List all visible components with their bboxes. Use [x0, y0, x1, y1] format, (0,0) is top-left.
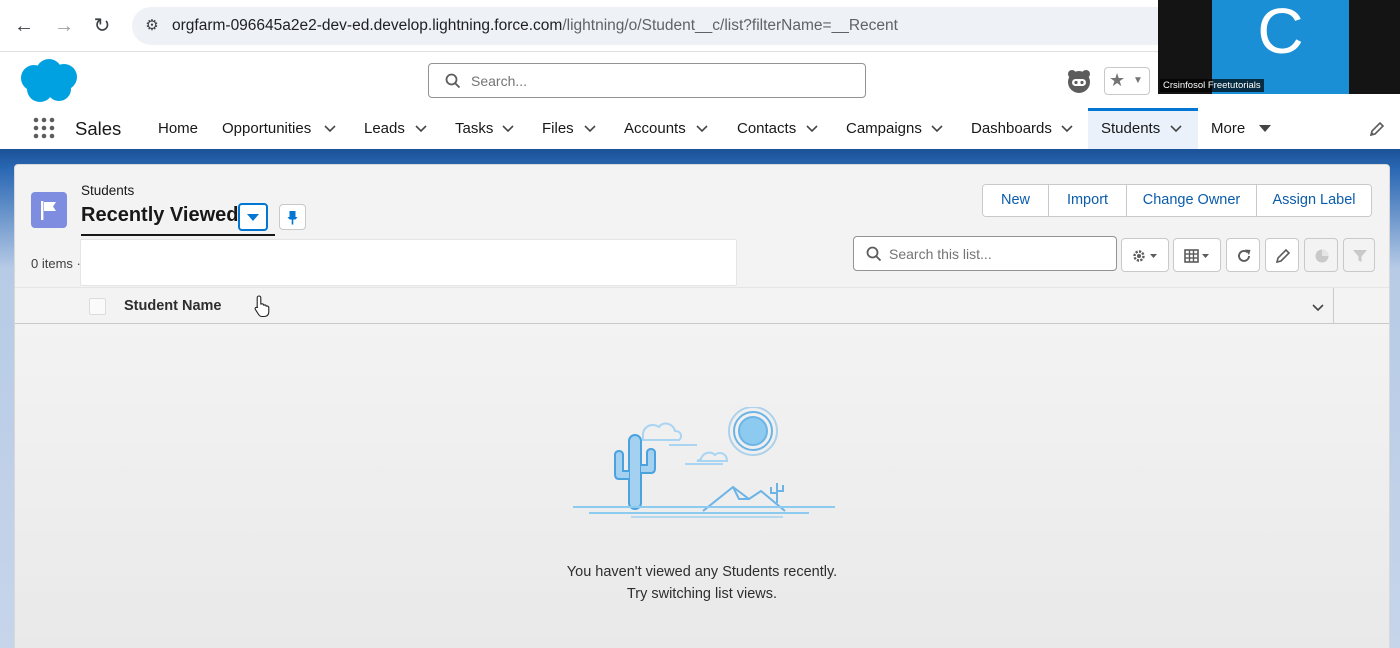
empty-state-message: You haven't viewed any Students recently… — [566, 564, 838, 580]
site-settings-icon[interactable]: ⚙ — [142, 16, 162, 36]
pencil-icon[interactable] — [1368, 120, 1386, 138]
list-view-title[interactable]: Recently Viewed — [81, 204, 238, 227]
address-bar[interactable]: ⚙ orgfarm-096645a2e2-dev-ed.develop.ligh… — [132, 7, 1192, 45]
url-host: orgfarm-096645a2e2-dev-ed.develop.lightn… — [172, 17, 563, 34]
select-all-checkbox[interactable] — [89, 298, 106, 315]
forward-arrow-icon[interactable]: → — [52, 14, 76, 38]
list-view-switcher-button[interactable] — [238, 203, 268, 231]
column-divider — [1333, 288, 1334, 324]
inline-edit-button[interactable] — [1265, 238, 1299, 272]
pin-icon — [287, 211, 298, 225]
nav-item-leads[interactable]: Leads — [364, 108, 405, 149]
flag-icon — [31, 192, 67, 228]
nav-item-home[interactable]: Home — [158, 108, 198, 149]
chevron-down-icon[interactable] — [803, 119, 821, 137]
chevron-down-icon[interactable] — [928, 119, 946, 137]
column-header-student-name[interactable]: Student Name — [124, 298, 222, 314]
nav-item-accounts[interactable]: Accounts — [624, 108, 686, 149]
app-name: Sales — [75, 118, 122, 139]
app-navigation: Sales Home Opportunities Leads Tasks Fil… — [0, 108, 1400, 149]
new-button[interactable]: New — [983, 185, 1048, 216]
favorites-button[interactable]: ★ ▼ — [1104, 67, 1150, 95]
list-view-controls-button[interactable] — [1121, 238, 1169, 272]
nav-item-students[interactable]: Students — [1101, 108, 1160, 149]
chevron-down-icon[interactable] — [499, 119, 517, 137]
assign-label-button[interactable]: Assign Label — [1256, 185, 1371, 216]
nav-item-dashboards[interactable]: Dashboards — [971, 108, 1052, 149]
star-icon: ★ — [1109, 70, 1126, 90]
list-search-placeholder: Search this list... — [889, 246, 992, 262]
url-path: /lightning/o/Student__c/list?filterName=… — [562, 17, 898, 34]
global-search-input[interactable]: Search... — [428, 63, 866, 98]
chevron-down-icon[interactable] — [1309, 298, 1327, 316]
pie-chart-icon — [1315, 249, 1329, 263]
global-search-placeholder: Search... — [471, 73, 528, 89]
import-button[interactable]: Import — [1048, 185, 1126, 216]
chevron-down-icon[interactable] — [321, 119, 339, 137]
list-view-title-underline — [81, 234, 275, 236]
empty-state: You haven't viewed any Students recently… — [15, 325, 1389, 648]
chevron-down-icon[interactable] — [412, 119, 430, 137]
list-search-input[interactable]: Search this list... — [853, 236, 1117, 271]
chevron-down-icon[interactable] — [581, 119, 599, 137]
table-icon — [1184, 249, 1209, 263]
refresh-icon — [1238, 249, 1251, 262]
item-count: 0 items · — [31, 256, 81, 271]
reload-icon[interactable]: ↻ — [90, 14, 114, 38]
filter-button[interactable] — [1343, 238, 1375, 272]
caret-down-icon: ▼ — [1133, 75, 1143, 86]
refresh-button[interactable] — [1226, 238, 1260, 272]
chevron-down-icon[interactable] — [1058, 119, 1076, 137]
desert-illustration — [573, 407, 835, 518]
back-arrow-icon[interactable]: ← — [12, 14, 36, 38]
hand-cursor-icon — [254, 295, 270, 318]
table-header-row: Student Name — [15, 287, 1389, 324]
webcam-avatar-letter: C — [1257, 0, 1304, 67]
url-text[interactable]: orgfarm-096645a2e2-dev-ed.develop.lightn… — [172, 17, 898, 35]
chevron-down-icon[interactable] — [1167, 119, 1185, 137]
charts-button[interactable] — [1304, 238, 1338, 272]
caret-down-icon — [247, 214, 259, 221]
search-icon — [445, 73, 461, 89]
nav-item-more[interactable]: More — [1211, 108, 1245, 149]
nav-item-tasks[interactable]: Tasks — [455, 108, 493, 149]
pencil-icon — [1275, 248, 1291, 264]
list-actions-button-group: New Import Change Owner Assign Label — [982, 184, 1372, 217]
salesforce-cloud-logo[interactable] — [16, 58, 82, 104]
gear-icon — [1133, 250, 1157, 262]
einstein-assistant-icon[interactable] — [1066, 68, 1092, 94]
webcam-name-label: Crsinfosol Freetutorials — [1160, 79, 1264, 92]
filter-icon — [1353, 250, 1367, 262]
nav-item-files[interactable]: Files — [542, 108, 574, 149]
list-view-card: Students Recently Viewed New Import Chan… — [14, 164, 1390, 648]
change-owner-button[interactable]: Change Owner — [1126, 185, 1256, 216]
display-as-button[interactable] — [1173, 238, 1221, 272]
caret-down-icon[interactable] — [1256, 119, 1274, 137]
nav-item-campaigns[interactable]: Campaigns — [846, 108, 922, 149]
nav-item-contacts[interactable]: Contacts — [737, 108, 796, 149]
object-label: Students — [81, 183, 135, 198]
webcam-overlay: C Crsinfosol Freetutorials — [1158, 0, 1400, 94]
blank-popover-panel — [80, 239, 737, 286]
search-icon — [866, 246, 882, 262]
chevron-down-icon[interactable] — [693, 119, 711, 137]
empty-state-hint: Try switching list views. — [626, 586, 778, 602]
nav-item-opportunities[interactable]: Opportunities — [222, 108, 311, 149]
pin-list-view-button[interactable] — [279, 204, 306, 230]
app-launcher-icon[interactable] — [32, 116, 56, 140]
